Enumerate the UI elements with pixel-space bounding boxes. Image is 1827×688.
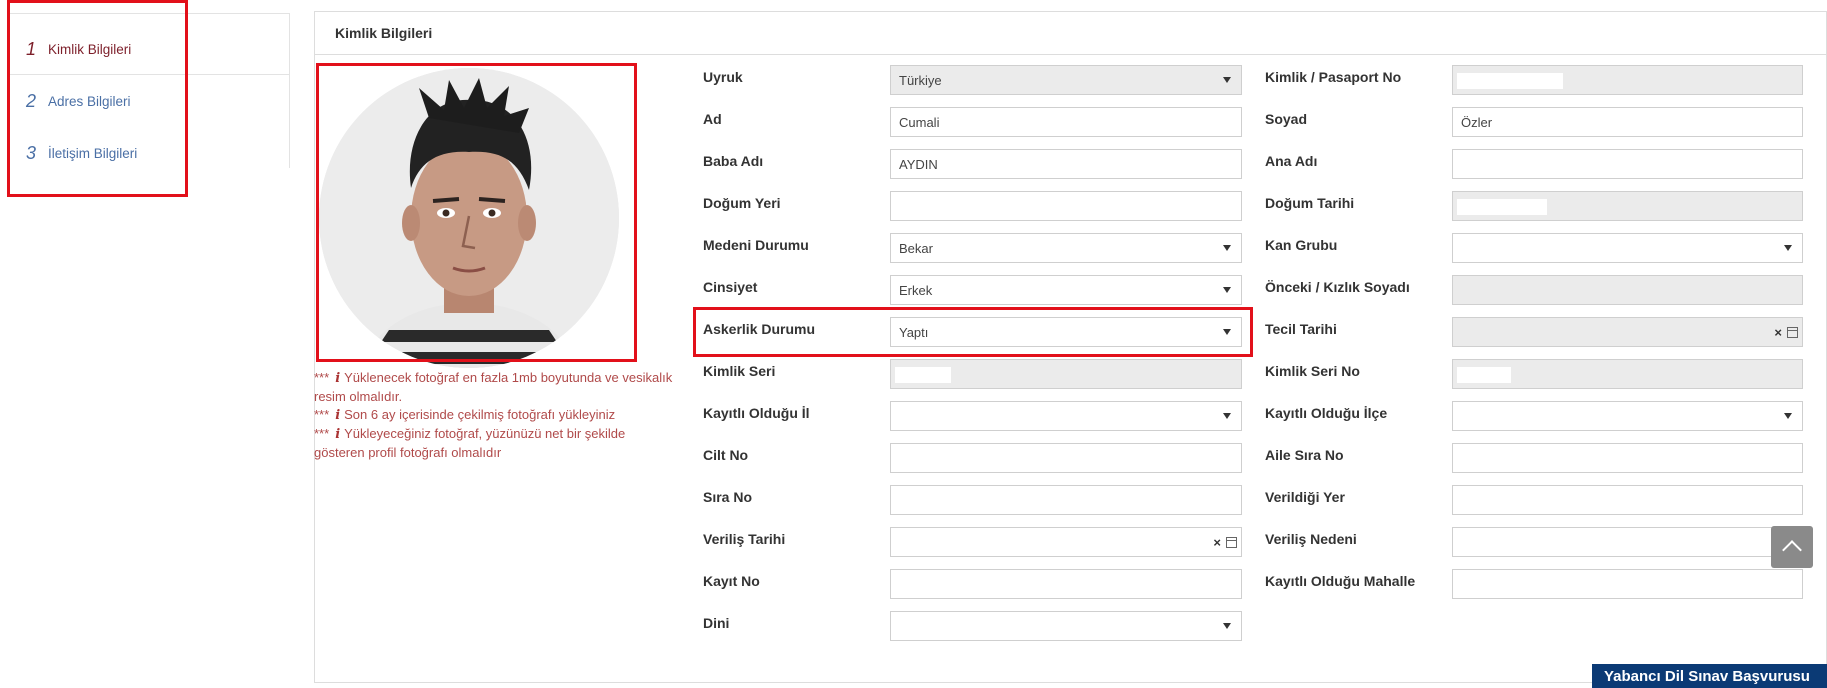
chevron-down-icon (1784, 245, 1792, 251)
kayit-no-input[interactable] (890, 569, 1242, 599)
cilt-no-label: Cilt No (703, 447, 749, 463)
kayitli-ilce-select[interactable] (1452, 401, 1803, 431)
soyad-input[interactable]: Özler (1452, 107, 1803, 137)
kimlik-no-label: Kimlik / Pasaport No (1265, 69, 1402, 85)
sinav-basvuru-banner[interactable]: Yabancı Dil Sınav Başvurusu (1592, 664, 1827, 688)
baba-adi-label: Baba Adı (703, 153, 764, 169)
baba-adi-input[interactable]: AYDIN (890, 149, 1242, 179)
highlight-box (7, 0, 188, 197)
note-marker: *** (314, 370, 330, 385)
select-value: Türkiye (899, 72, 942, 88)
dogum-tarihi-label: Doğum Tarihi (1265, 195, 1355, 211)
tecil-tarihi-label: Tecil Tarihi (1265, 321, 1337, 337)
ana-adi-label: Ana Adı (1265, 153, 1318, 169)
chevron-down-icon (1223, 245, 1231, 251)
kan-grubu-select[interactable] (1452, 233, 1803, 263)
verilis-nedeni-label: Veriliş Nedeni (1265, 531, 1357, 547)
clear-icon[interactable]: × (1213, 535, 1221, 550)
redacted-value (1457, 73, 1563, 89)
ad-label: Ad (703, 111, 722, 127)
calendar-icon[interactable] (1787, 327, 1798, 338)
note-text: Yükleyeceğiniz fotoğraf, yüzünüzü net bi… (314, 426, 626, 460)
divider (289, 13, 290, 168)
onceki-soyadi-label: Önceki / Kızlık Soyadı (1265, 279, 1410, 295)
verilis-nedeni-input[interactable] (1452, 527, 1803, 557)
note-text: Son 6 ay içerisinde çekilmiş fotoğrafı y… (344, 407, 616, 422)
kayitli-il-select[interactable] (890, 401, 1242, 431)
cinsiyet-label: Cinsiyet (703, 279, 758, 295)
kayitli-mahalle-input[interactable] (1452, 569, 1803, 599)
tecil-tarihi-input[interactable]: × (1452, 317, 1803, 347)
info-icon: i (335, 371, 341, 386)
redacted-value (895, 367, 951, 383)
photo-requirements: *** i Yüklenecek fotoğraf en fazla 1mb boy… (314, 369, 674, 462)
redacted-value (1457, 199, 1547, 215)
ana-adi-input[interactable] (1452, 149, 1803, 179)
kayitli-il-label: Kayıtlı Olduğu İl (703, 405, 810, 421)
cilt-no-input[interactable] (890, 443, 1242, 473)
calendar-icon[interactable] (1226, 537, 1237, 548)
chevron-up-icon (1782, 540, 1802, 560)
chevron-down-icon (1223, 413, 1231, 419)
select-value: Bekar (899, 240, 933, 256)
kimlik-seri-no-label: Kimlik Seri No (1265, 363, 1360, 379)
dogum-yeri-input[interactable] (890, 191, 1242, 221)
verilis-tarihi-input[interactable]: × (890, 527, 1242, 557)
dogum-yeri-label: Doğum Yeri (703, 195, 781, 211)
dini-label: Dini (703, 615, 730, 631)
onceki-soyadi-input[interactable] (1452, 275, 1803, 305)
input-value: AYDIN (899, 156, 938, 172)
medeni-durumu-select[interactable]: Bekar (890, 233, 1242, 263)
medeni-durumu-label: Medeni Durumu (703, 237, 809, 253)
aile-sira-no-input[interactable] (1452, 443, 1803, 473)
panel-header: Kimlik Bilgileri (315, 12, 1826, 55)
scroll-top-button[interactable] (1771, 526, 1813, 568)
banner-text: Yabancı Dil Sınav Başvurusu (1604, 667, 1810, 685)
chevron-down-icon (1223, 287, 1231, 293)
verilis-tarihi-label: Veriliş Tarihi (703, 531, 786, 547)
kimlik-seri-input[interactable] (890, 359, 1242, 389)
chevron-down-icon (1784, 413, 1792, 419)
verildigi-yer-input[interactable] (1452, 485, 1803, 515)
cinsiyet-select[interactable]: Erkek (890, 275, 1242, 305)
kayit-no-label: Kayıt No (703, 573, 760, 589)
note-marker: *** (314, 426, 330, 441)
note-text: Yüklenecek fotoğraf en fazla 1mb boyutun… (314, 370, 673, 404)
info-icon: i (335, 427, 341, 442)
dini-select[interactable] (890, 611, 1242, 641)
soyad-label: Soyad (1265, 111, 1308, 127)
kayitli-ilce-label: Kayıtlı Olduğu İlçe (1265, 405, 1388, 421)
note-marker: *** (314, 407, 330, 422)
uyruk-select[interactable]: Türkiye (890, 65, 1242, 95)
chevron-down-icon (1223, 623, 1231, 629)
clear-icon[interactable]: × (1774, 325, 1782, 340)
input-value: Cumali (899, 114, 940, 130)
input-value: Özler (1461, 114, 1493, 130)
sira-no-input[interactable] (890, 485, 1242, 515)
highlight-box (693, 307, 1253, 357)
verildigi-yer-label: Verildiği Yer (1265, 489, 1345, 505)
kan-grubu-label: Kan Grubu (1265, 237, 1338, 253)
dogum-tarihi-input[interactable] (1452, 191, 1803, 221)
select-value: Erkek (899, 282, 933, 298)
panel-title: Kimlik Bilgileri (335, 25, 433, 41)
sira-no-label: Sıra No (703, 489, 753, 505)
ad-input[interactable]: Cumali (890, 107, 1242, 137)
kimlik-no-input[interactable] (1452, 65, 1803, 95)
uyruk-label: Uyruk (703, 69, 743, 85)
info-icon: i (335, 408, 341, 423)
aile-sira-no-label: Aile Sıra No (1265, 447, 1344, 463)
kayitli-mahalle-label: Kayıtlı Olduğu Mahalle (1265, 573, 1416, 589)
chevron-down-icon (1223, 77, 1231, 83)
highlight-box (316, 63, 637, 362)
kimlik-seri-no-input[interactable] (1452, 359, 1803, 389)
redacted-value (1457, 367, 1511, 383)
kimlik-seri-label: Kimlik Seri (703, 363, 776, 379)
